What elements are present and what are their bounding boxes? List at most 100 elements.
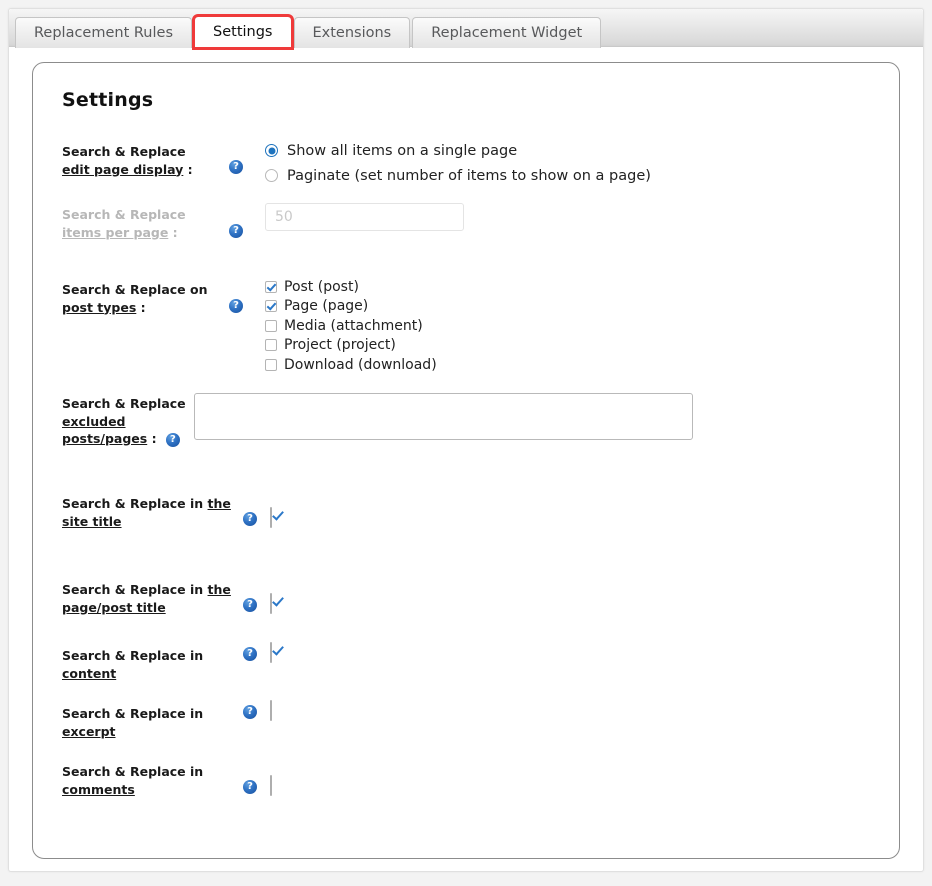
checkbox-option-download[interactable]: Download (download) [265,355,899,375]
checkbox-page[interactable] [265,300,277,313]
label-link[interactable]: content [62,666,116,681]
label-link[interactable]: post types [62,300,136,315]
checkbox-post[interactable] [265,280,277,293]
radio-single-page[interactable] [265,144,278,157]
checkbox-excerpt[interactable] [270,700,272,721]
checkbox-option-page[interactable]: Page (page) [265,297,899,317]
checkbox-label: Post (post) [284,278,359,295]
control-excerpt [265,700,899,721]
checkbox-media[interactable] [265,319,277,332]
checkbox-download[interactable] [265,358,277,371]
help-cell: ? [243,700,265,719]
row-comments: Search & Replace in comments ? [33,758,899,816]
control-post-types: Post (post) Page (page) Media (attachmen… [265,272,899,375]
control-page-post-title [265,576,899,614]
control-content [265,642,899,663]
label-excluded-posts-pages: Search & Replace excluded posts/pages : … [33,388,186,448]
plugin-page-frame: Replacement Rules Settings Extensions Re… [8,8,924,872]
help-icon[interactable]: ? [229,224,243,238]
settings-panel: Settings Search & Replace edit page disp… [32,62,900,859]
help-cell: ? [229,272,265,313]
label-items-per-page: Search & Replace items per page : [33,195,229,241]
radio-label: Show all items on a single page [287,142,518,159]
label-suffix: : [136,299,146,315]
row-excerpt: Search & Replace in excerpt ? [33,700,899,758]
tab-bar: Replacement Rules Settings Extensions Re… [9,9,923,50]
label-prefix: Search & Replace in [62,648,204,663]
label-link[interactable]: excerpt [62,724,116,739]
tab-settings[interactable]: Settings [192,14,294,50]
tab-label: Replacement Widget [431,25,583,41]
label-link[interactable]: comments [62,782,135,797]
label-post-types: Search & Replace on post types : [33,272,229,316]
help-icon[interactable]: ? [243,780,257,794]
label-site-title: Search & Replace in the site title [33,490,243,530]
help-cell: ? [229,135,265,174]
checkbox-project[interactable] [265,339,277,352]
help-cell: ? [243,758,265,794]
label-comments: Search & Replace in comments [33,758,243,798]
label-prefix: Search & Replace [62,396,186,411]
control-excluded-posts-pages [186,388,899,444]
help-icon[interactable]: ? [243,647,257,661]
tab-extensions[interactable]: Extensions [293,17,411,48]
label-excerpt: Search & Replace in excerpt [33,700,243,740]
checkbox-label: Download (download) [284,356,437,373]
row-items-per-page: Search & Replace items per page : ? [33,195,899,272]
row-page-post-title: Search & Replace in the page/post title … [33,576,899,642]
label-link-cont[interactable]: posts/pages [62,431,147,446]
checkbox-option-project[interactable]: Project (project) [265,336,899,356]
help-icon[interactable]: ? [243,705,257,719]
checkbox-option-post[interactable]: Post (post) [265,277,899,297]
checkbox-comments[interactable] [270,775,272,796]
checkbox-label: Media (attachment) [284,317,423,334]
help-icon[interactable]: ? [165,433,180,447]
label-edit-page-display: Search & Replace edit page display : [33,135,229,178]
label-prefix: Search & Replace in [62,764,204,779]
label-suffix: : [183,161,193,177]
help-icon[interactable]: ? [229,299,243,313]
checkbox-option-media[interactable]: Media (attachment) [265,316,899,336]
row-edit-page-display: Search & Replace edit page display : ? S… [33,135,899,195]
label-prefix: Search & Replace [62,207,186,222]
label-link[interactable]: edit page display [62,162,183,177]
label-prefix: Search & Replace in [62,706,204,721]
settings-form: Search & Replace edit page display : ? S… [33,135,899,816]
help-cell: ? [243,490,265,526]
row-post-types: Search & Replace on post types : ? Post … [33,272,899,388]
radio-paginate[interactable] [265,169,278,182]
help-icon[interactable]: ? [243,512,257,526]
checkbox-page-post-title[interactable] [270,593,272,614]
help-cell: ? [243,576,265,612]
excluded-posts-pages-textarea[interactable] [193,393,693,440]
tab-label: Settings [213,24,273,40]
label-prefix: Search & Replace [62,144,186,159]
control-comments [265,758,899,796]
label-prefix: Search & Replace in [62,582,208,597]
label-link[interactable]: excluded [62,414,126,429]
tab-label: Replacement Rules [34,25,174,41]
label-suffix: : [147,431,157,446]
help-cell: ? [229,195,265,238]
tab-replacement-rules[interactable]: Replacement Rules [15,17,193,48]
checkbox-content[interactable] [270,642,272,663]
items-per-page-input[interactable] [265,203,464,231]
tab-replacement-widget[interactable]: Replacement Widget [412,17,602,48]
help-icon[interactable]: ? [229,160,243,174]
label-prefix: Search & Replace in [62,496,208,511]
help-icon[interactable]: ? [243,598,257,612]
checkbox-label: Page (page) [284,298,369,315]
control-edit-page-display: Show all items on a single page Paginate… [265,135,899,188]
row-content: Search & Replace in content ? [33,642,899,700]
tab-label: Extensions [312,25,392,41]
checkbox-site-title[interactable] [270,507,272,528]
row-excluded-posts-pages: Search & Replace excluded posts/pages : … [33,388,899,490]
radio-option-single-page[interactable]: Show all items on a single page [265,138,899,163]
label-content: Search & Replace in content [33,642,243,682]
radio-option-paginate[interactable]: Paginate (set number of items to show on… [265,163,899,188]
row-site-title: Search & Replace in the site title ? [33,490,899,576]
checkbox-label: Project (project) [284,337,396,354]
tab-list: Replacement Rules Settings Extensions Re… [15,14,603,50]
label-suffix: : [168,224,178,240]
label-page-post-title: Search & Replace in the page/post title [33,576,243,616]
